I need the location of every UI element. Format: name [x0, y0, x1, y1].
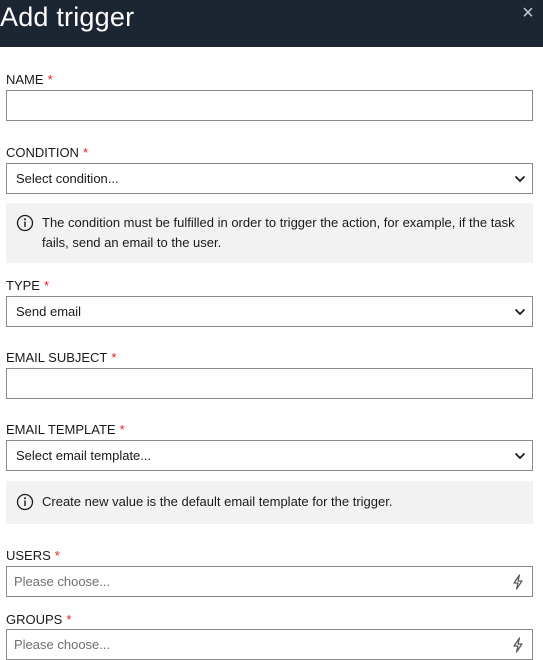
email-template-label-text: EMAIL TEMPLATE: [6, 422, 116, 437]
users-placeholder: Please choose...: [14, 574, 111, 589]
email-template-info-box: Create new value is the default email te…: [6, 481, 533, 524]
email-template-select[interactable]: Select email template...: [6, 440, 533, 471]
email-template-select-value: Select email template...: [16, 448, 152, 463]
required-marker: *: [111, 350, 117, 365]
info-icon: [16, 214, 34, 232]
required-marker: *: [82, 145, 89, 160]
condition-select[interactable]: Select condition...: [6, 163, 533, 194]
groups-label-text: GROUPS: [6, 612, 63, 627]
type-label: TYPE *: [6, 278, 49, 294]
email-subject-label: EMAIL SUBJECT *: [6, 350, 116, 366]
panel-header: Add trigger ×: [0, 0, 543, 47]
email-subject-label-text: EMAIL SUBJECT: [6, 350, 108, 365]
users-label: USERS *: [6, 548, 60, 564]
groups-picker[interactable]: Please choose...: [6, 629, 533, 660]
info-icon: [16, 493, 34, 511]
panel-title: Add trigger: [0, 2, 135, 32]
condition-label-text: CONDITION: [6, 145, 79, 160]
required-marker: *: [54, 548, 60, 563]
chevron-down-icon: [514, 175, 526, 183]
condition-label: CONDITION *: [6, 145, 88, 161]
lightning-bolt-icon[interactable]: [512, 574, 524, 590]
name-label: NAME *: [6, 72, 53, 88]
type-select-value: Send email: [16, 304, 82, 319]
users-label-text: USERS: [6, 548, 51, 563]
required-marker: *: [66, 612, 72, 627]
condition-select-value: Select condition...: [16, 171, 119, 186]
groups-label: GROUPS *: [6, 612, 71, 628]
users-picker[interactable]: Please choose...: [6, 566, 533, 597]
type-select[interactable]: Send email: [6, 296, 533, 327]
type-label-text: TYPE: [6, 278, 40, 293]
condition-info-box: The condition must be fulfilled in order…: [6, 203, 533, 263]
email-subject-input[interactable]: [6, 368, 533, 399]
email-template-label: EMAIL TEMPLATE *: [6, 422, 125, 438]
close-icon[interactable]: ×: [519, 2, 537, 24]
name-input[interactable]: [6, 90, 533, 121]
required-marker: *: [47, 72, 53, 87]
required-marker: *: [43, 278, 50, 293]
required-marker: *: [119, 422, 125, 437]
lightning-bolt-icon[interactable]: [512, 637, 524, 653]
chevron-down-icon: [514, 308, 526, 316]
groups-placeholder: Please choose...: [14, 637, 111, 652]
email-template-info-text: Create new value is the default email te…: [42, 494, 393, 509]
chevron-down-icon: [514, 452, 526, 460]
condition-info-text: The condition must be fulfilled in order…: [42, 215, 515, 250]
name-label-text: NAME: [6, 72, 44, 87]
